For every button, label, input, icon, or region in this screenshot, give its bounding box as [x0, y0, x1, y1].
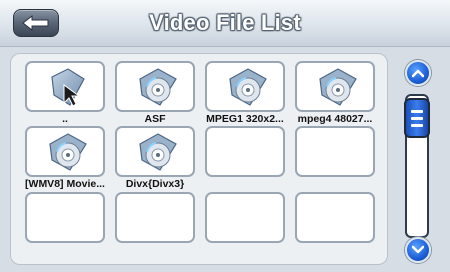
file-item-parent[interactable]: [25, 61, 105, 112]
file-label: mpeg4 48027...: [297, 113, 373, 125]
video-file-icon: [49, 133, 87, 171]
empty-slot: [205, 126, 285, 177]
empty-slot: [115, 192, 195, 243]
grip-icon: [411, 116, 423, 120]
grip-icon: [411, 109, 423, 113]
chevron-up-icon: [412, 69, 424, 78]
file-label: ..: [62, 113, 68, 125]
scroll-up-button[interactable]: [405, 60, 431, 86]
file-item-divx[interactable]: [115, 126, 195, 177]
grip-icon: [411, 123, 423, 127]
file-label: Divx{Divx3}: [125, 178, 185, 190]
file-label: MPEG1 320x2...: [206, 113, 284, 125]
file-label: ASF: [144, 113, 166, 125]
scroll-thumb[interactable]: [404, 98, 430, 138]
page-title: Video File List: [149, 10, 301, 35]
file-item-mpeg1[interactable]: [205, 61, 285, 112]
empty-slot: [25, 192, 105, 243]
scrollbar: [397, 60, 439, 265]
folder-up-icon: [51, 68, 85, 107]
chevron-down-icon: [412, 245, 424, 254]
file-item-wmv8[interactable]: [25, 126, 105, 177]
file-label: [WMV8] Movie...: [25, 178, 105, 190]
file-item-mpeg4[interactable]: [295, 61, 375, 112]
empty-slot: [295, 192, 375, 243]
video-file-icon: [139, 133, 177, 171]
empty-slot: [205, 192, 285, 243]
file-item-asf[interactable]: [115, 61, 195, 112]
video-file-icon: [229, 68, 267, 106]
video-file-icon: [319, 68, 357, 106]
scroll-down-button[interactable]: [405, 237, 431, 263]
header-bar: Video File List: [0, 0, 450, 47]
video-file-icon: [139, 68, 177, 106]
empty-slot: [295, 126, 375, 177]
